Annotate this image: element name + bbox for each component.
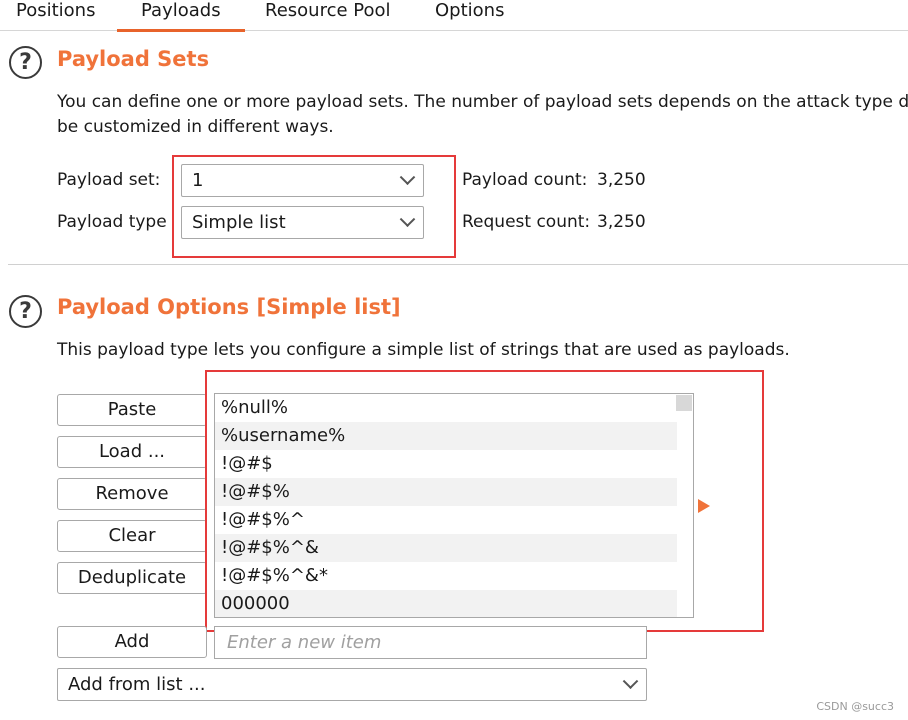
load-button[interactable]: Load ... (57, 436, 207, 468)
remove-button[interactable]: Remove (57, 478, 207, 510)
tab-resource-pool[interactable]: Resource Pool (265, 0, 391, 31)
tab-positions[interactable]: Positions (16, 0, 95, 31)
paste-button[interactable]: Paste (57, 394, 207, 426)
help-icon[interactable]: ? (9, 295, 42, 328)
payload-sets-title: Payload Sets (57, 47, 210, 71)
payload-options-description: This payload type lets you configure a s… (57, 340, 790, 360)
highlight-box-payload-set (172, 155, 456, 258)
section-divider (8, 264, 908, 265)
request-count-value: 3,250 (597, 212, 646, 232)
new-item-input[interactable] (214, 626, 647, 659)
payload-sets-description-line1: You can define one or more payload sets.… (57, 92, 908, 112)
tab-payloads[interactable]: Payloads (117, 0, 245, 32)
clear-button[interactable]: Clear (57, 520, 207, 552)
tab-options[interactable]: Options (435, 0, 504, 31)
help-icon[interactable]: ? (9, 46, 42, 79)
request-count-label: Request count: (462, 212, 591, 232)
chevron-down-icon (622, 673, 639, 690)
payload-type-label: Payload type (57, 212, 167, 232)
payload-count-label: Payload count: (462, 170, 588, 190)
watermark: CSDN @succ3 (816, 700, 894, 713)
add-from-list-select[interactable]: Add from list ... (57, 668, 647, 701)
tab-bar: Positions Payloads Resource Pool Options (0, 0, 908, 32)
highlight-box-payload-list (205, 370, 764, 632)
expand-arrow-icon[interactable] (698, 499, 710, 513)
payload-count-value: 3,250 (597, 170, 646, 190)
payload-sets-description-line2: be customized in different ways. (57, 117, 334, 137)
add-button[interactable]: Add (57, 626, 207, 658)
payload-set-label: Payload set: (57, 170, 161, 190)
deduplicate-button[interactable]: Deduplicate (57, 562, 207, 594)
add-from-list-value: Add from list ... (68, 674, 206, 695)
payload-options-title: Payload Options [Simple list] (57, 295, 401, 319)
